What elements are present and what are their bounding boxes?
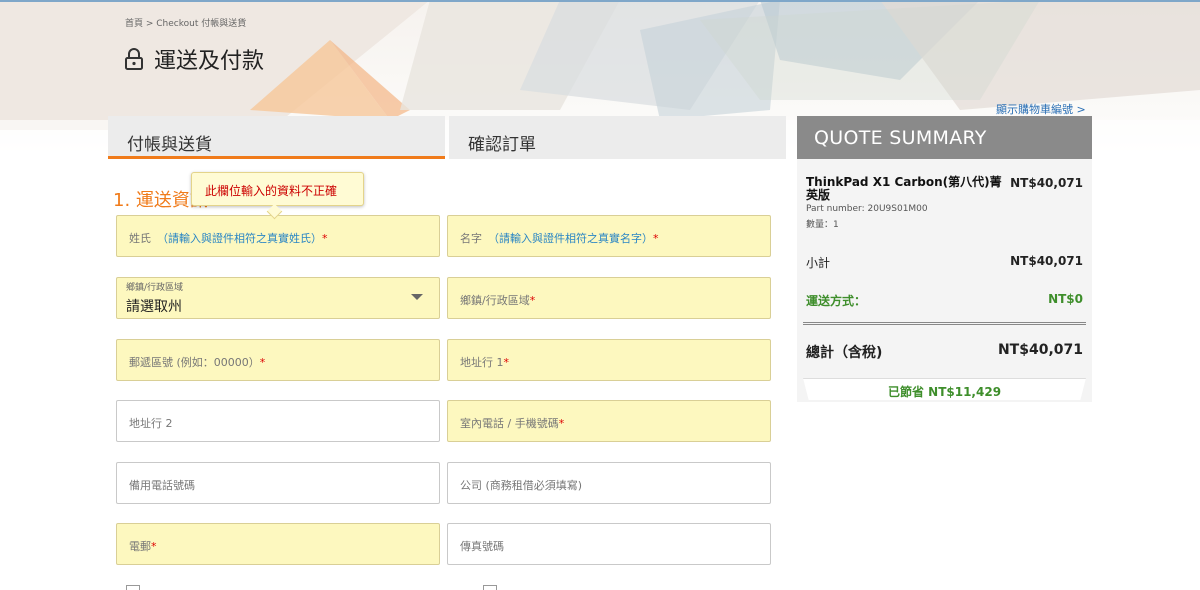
postal-code-field[interactable]: 郵遞區號 (例如：00000）* [116,339,440,381]
subtotal-value: NT$40,071 [1010,254,1083,268]
top-accent-line [0,0,1200,2]
breadcrumb[interactable]: 首頁 > Checkout 付帳與送貨 [125,16,246,29]
subtotal-label: 小計 [806,256,831,270]
address-line1-label: 地址行 1 [460,356,504,369]
tab-confirm-order[interactable]: 確認訂單 [449,116,786,159]
shipping-value: NT$0 [1048,292,1083,306]
email-label: 電郵 [129,540,151,553]
last-name-field[interactable]: 姓氏 （請輸入與證件相符之真實姓氏）* [116,215,440,257]
tab-billing-shipping[interactable]: 付帳與送貨 [108,116,445,159]
fax-field[interactable]: 傳真號碼 [447,523,771,565]
checkbox-left[interactable] [126,585,140,590]
first-name-hint: （請輸入與證件相符之真實名字） [488,232,653,245]
township-label: 鄉鎮/行政區域 [460,294,530,307]
part-number: Part number: 20U9S01M00 [806,204,928,214]
address-line1-field[interactable]: 地址行 1* [447,339,771,381]
township-field[interactable]: 鄉鎮/行政區域* [447,277,771,319]
quantity: 數量：1 [806,220,839,230]
required-marker: * [558,417,565,430]
first-name-label: 名字 [460,232,482,245]
quote-summary-panel: ThinkPad X1 Carbon(第八代)菁英版 NT$40,071 Par… [797,159,1092,402]
phone-label: 室內電話 / 手機號碼 [460,417,559,430]
lock-icon [124,48,144,70]
last-name-hint: （請輸入與證件相符之真實姓氏） [157,232,322,245]
state-select[interactable]: 鄉鎮/行政區域 請選取州 [116,277,440,319]
required-marker: * [259,356,266,369]
fax-label: 傳真號碼 [460,540,504,553]
total-label: 總計（含稅) [806,345,883,361]
savings-label: 已節省 [887,385,924,399]
savings-banner: 已節省 NT$11,429 [803,378,1086,400]
page-title: 運送及付款 [124,43,264,75]
state-select-value: 請選取州 [126,299,182,315]
state-select-label: 鄉鎮/行政區域 [126,283,184,293]
required-marker: * [151,540,157,553]
alt-phone-field[interactable]: 備用電話號碼 [116,462,440,504]
company-label: 公司 (商務租借必須填寫) [460,479,583,492]
checkbox-right[interactable] [483,585,497,590]
product-price: NT$40,071 [1010,176,1083,190]
last-name-label: 姓氏 [129,232,151,245]
total-value: NT$40,071 [997,342,1083,358]
product-name[interactable]: ThinkPad X1 Carbon(第八代)菁英版 [806,176,1006,202]
savings-value: NT$11,429 [928,385,1002,399]
required-marker: * [529,294,536,307]
email-field[interactable]: 電郵* [116,523,440,565]
page-title-text: 運送及付款 [154,49,265,74]
company-field[interactable]: 公司 (商務租借必須填寫) [447,462,771,504]
phone-field[interactable]: 室內電話 / 手機號碼* [447,400,771,442]
quote-summary-header: QUOTE SUMMARY [797,116,1092,159]
error-tooltip: 此欄位輸入的資料不正確 [191,172,364,206]
show-cart-number-link[interactable]: 顯示購物車編號 > [996,101,1086,117]
required-marker: * [322,232,328,245]
divider [803,322,1086,325]
chevron-down-icon [411,294,423,300]
postal-code-label: 郵遞區號 (例如：00000） [129,356,260,369]
address-line2-label: 地址行 2 [129,417,173,430]
required-marker: * [503,356,510,369]
required-marker: * [653,232,659,245]
alt-phone-label: 備用電話號碼 [129,479,195,492]
shipping-method-label: 運送方式： [806,294,867,308]
address-line2-field[interactable]: 地址行 2 [116,400,440,442]
first-name-field[interactable]: 名字 （請輸入與證件相符之真實名字）* [447,215,771,257]
